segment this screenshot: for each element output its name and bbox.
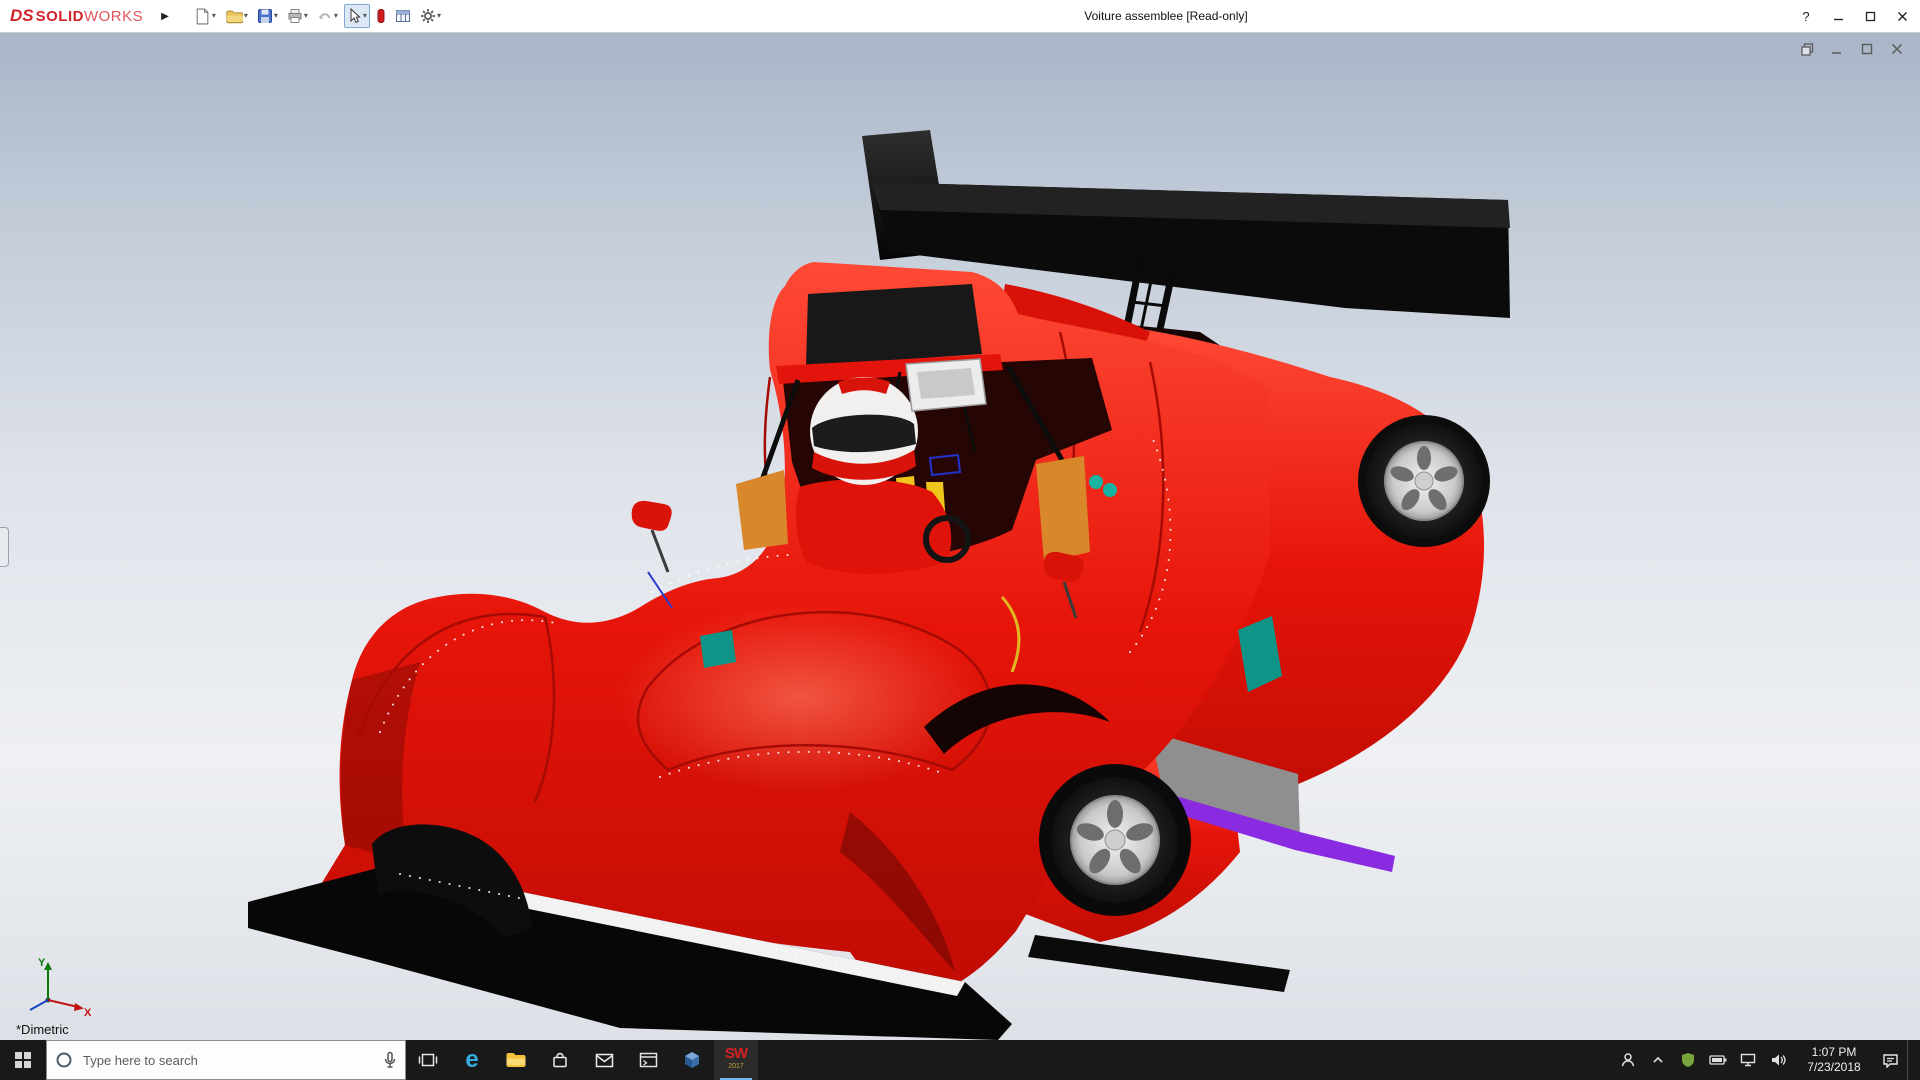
- system-tray: 1:07 PM 7/23/2018: [1615, 1040, 1920, 1080]
- mail-icon: [595, 1053, 614, 1068]
- model-3d-view[interactable]: [0, 32, 1920, 1040]
- options-gear-icon: [420, 8, 436, 24]
- undo-button[interactable]: ▾: [314, 4, 341, 28]
- rear-view-mirror: [906, 359, 986, 411]
- help-button[interactable]: ?: [1790, 0, 1822, 32]
- solidworks-logo: DS SOLID WORKS: [10, 6, 143, 26]
- windows-taskbar: e SW 20: [0, 1040, 1920, 1080]
- driver-helmet: [810, 377, 918, 485]
- feature-panel-tab[interactable]: [0, 527, 9, 567]
- new-document-icon: [194, 8, 211, 25]
- design-table-button[interactable]: [392, 4, 414, 28]
- close-button[interactable]: [1886, 0, 1918, 32]
- float-window-button[interactable]: [1798, 40, 1816, 58]
- clock-time: 1:07 PM: [1795, 1045, 1873, 1060]
- edge-icon: e: [465, 1048, 478, 1072]
- options-button[interactable]: ▾: [417, 4, 444, 28]
- cad-cube-icon: [683, 1051, 701, 1069]
- mail-button[interactable]: [582, 1040, 626, 1080]
- task-view-button[interactable]: [406, 1040, 450, 1080]
- file-explorer-icon: [505, 1051, 527, 1069]
- clock[interactable]: 1:07 PM 7/23/2018: [1795, 1045, 1873, 1075]
- solidworks-app-button[interactable]: SW 2017: [714, 1040, 758, 1080]
- doc-restore-button[interactable]: [1858, 40, 1876, 58]
- select-cursor-icon: [347, 8, 362, 24]
- start-button[interactable]: [0, 1040, 46, 1080]
- clock-date: 7/23/2018: [1795, 1060, 1873, 1075]
- tray-expand-chevron-icon[interactable]: [1645, 1040, 1671, 1080]
- maximize-button[interactable]: [1854, 0, 1886, 32]
- reference-triad: Y X: [14, 952, 94, 1022]
- people-icon[interactable]: [1615, 1040, 1641, 1080]
- printer-icon: [287, 8, 303, 24]
- cortana-ring-icon: [55, 1051, 73, 1069]
- doc-minimize-button[interactable]: [1828, 40, 1846, 58]
- quick-toolbar: ▾ ▾ ▾ ▾ ▾: [191, 4, 444, 29]
- maximize-icon: [1865, 11, 1876, 22]
- triad-x-label: X: [84, 1007, 92, 1019]
- view-orientation-label: *Dimetric: [16, 1022, 69, 1037]
- action-center-icon[interactable]: [1877, 1040, 1903, 1080]
- minimize-button[interactable]: [1822, 0, 1854, 32]
- titlebar: DS SOLID WORKS ▶ ▾ ▾ ▾: [0, 0, 1920, 33]
- solidworks-2017-icon: SW 2017: [719, 1045, 753, 1075]
- triad-y-label: Y: [38, 957, 46, 969]
- console-app-button[interactable]: [626, 1040, 670, 1080]
- save-button[interactable]: ▾: [254, 4, 281, 28]
- file-explorer-button[interactable]: [494, 1040, 538, 1080]
- window-controls: ?: [1790, 0, 1918, 32]
- front-right-wheel[interactable]: [1039, 764, 1191, 916]
- battery-icon[interactable]: [1705, 1040, 1731, 1080]
- taskbar-search[interactable]: [46, 1040, 406, 1080]
- orange-panel-left: [736, 470, 788, 550]
- save-floppy-icon: [257, 8, 273, 24]
- new-document-button[interactable]: ▾: [191, 4, 219, 29]
- menu-expander-icon[interactable]: ▶: [161, 11, 169, 22]
- network-icon[interactable]: [1735, 1040, 1761, 1080]
- print-button[interactable]: ▾: [284, 4, 311, 28]
- select-tool-button[interactable]: ▾: [344, 4, 370, 28]
- doc-close-button[interactable]: [1888, 40, 1906, 58]
- show-desktop-button[interactable]: [1907, 1040, 1914, 1080]
- rebuild-indicator-icon: [376, 8, 386, 24]
- orange-panel-right: [1036, 456, 1090, 562]
- rear-right-wheel[interactable]: [1358, 415, 1490, 547]
- open-folder-icon: [225, 8, 243, 24]
- search-input[interactable]: [81, 1052, 375, 1069]
- rebuild-indicator-button[interactable]: [373, 4, 389, 28]
- console-window-icon: [639, 1052, 658, 1068]
- volume-icon[interactable]: [1765, 1040, 1791, 1080]
- close-icon: [1897, 11, 1908, 22]
- store-bag-icon: [551, 1051, 569, 1069]
- store-button[interactable]: [538, 1040, 582, 1080]
- undo-arrow-icon: [317, 8, 333, 24]
- design-table-icon: [395, 8, 411, 24]
- defender-shield-icon[interactable]: [1675, 1040, 1701, 1080]
- ds-logo-mark: DS: [10, 6, 34, 26]
- document-title: Voiture assemblee [Read-only]: [1084, 0, 1247, 32]
- cad-viewer-button[interactable]: [670, 1040, 714, 1080]
- edge-browser-button[interactable]: e: [450, 1040, 494, 1080]
- open-button[interactable]: ▾: [222, 4, 251, 28]
- windows-logo-icon: [15, 1052, 31, 1068]
- task-view-icon: [418, 1051, 438, 1069]
- microphone-icon[interactable]: [383, 1051, 397, 1069]
- graphics-viewport[interactable]: Y X *Dimetric: [0, 32, 1920, 1040]
- minimize-icon: [1833, 11, 1844, 22]
- document-window-controls: [1798, 40, 1906, 58]
